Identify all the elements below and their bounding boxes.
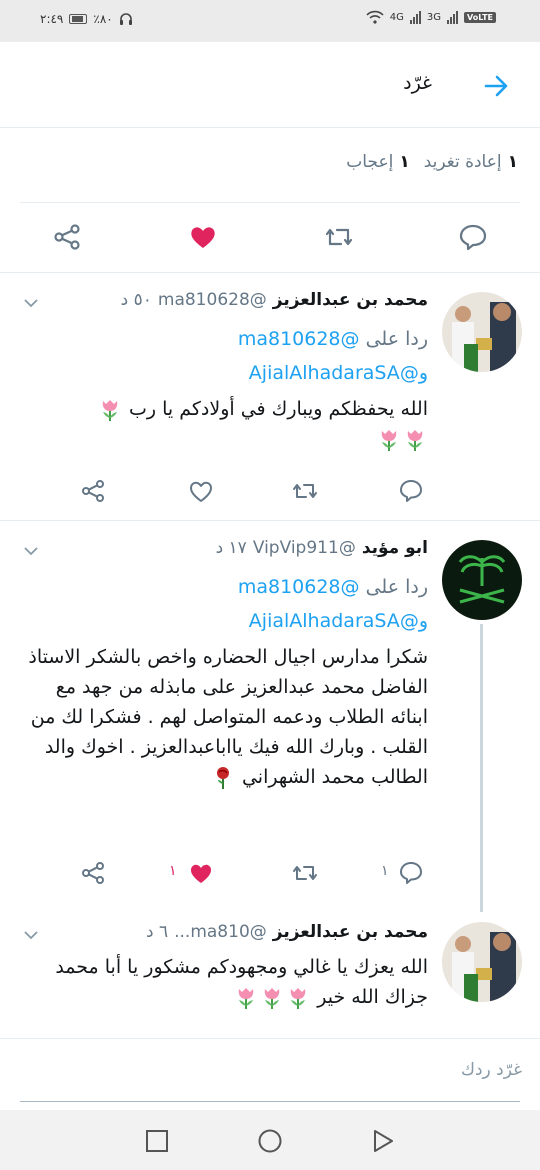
tweet-header: ابو مؤيد @VipVip911 ١٧ د — [216, 538, 428, 558]
like-filled-icon[interactable] — [188, 860, 214, 886]
tweet-time: ٥٠ د — [120, 290, 152, 310]
reply-input[interactable]: غرّد ردك — [461, 1060, 522, 1080]
author-name[interactable]: محمد بن عبدالعزيز — [273, 922, 428, 942]
likes-label: إعجاب — [346, 152, 394, 172]
rose-emoji-icon — [216, 766, 229, 789]
battery-icon — [69, 14, 88, 24]
tulip-emoji-icon — [290, 987, 306, 1009]
reply-icon[interactable] — [398, 478, 424, 504]
likes-count: ١ — [399, 152, 410, 172]
retweet-icon[interactable] — [292, 478, 318, 504]
retweet-icon[interactable] — [324, 222, 354, 252]
like-filled-icon[interactable] — [188, 222, 218, 252]
chevron-down-icon[interactable] — [22, 926, 40, 944]
chevron-down-icon[interactable] — [22, 294, 40, 312]
tulip-emoji-icon — [381, 429, 397, 451]
likes-stat[interactable]: ١إعجاب — [346, 152, 409, 172]
compose-divider — [0, 1038, 540, 1039]
chevron-down-icon[interactable] — [22, 542, 40, 560]
tweet-text: الله يحفظكم ويبارك في أولادكم يا رب — [18, 394, 428, 454]
share-icon[interactable] — [80, 860, 106, 886]
status-bar: ٢:٤٩ ٪٨٠ 4G 3G VoLTE — [0, 0, 540, 42]
tulip-emoji-icon — [407, 429, 423, 451]
main-actions — [0, 222, 540, 252]
back-arrow-icon[interactable] — [482, 72, 510, 100]
author-name[interactable]: محمد بن عبدالعزيز — [273, 290, 428, 310]
tweet-header: محمد بن عبدالعزيز @ma810... ٦ د — [146, 922, 428, 942]
wifi-icon — [366, 10, 384, 24]
reply-prefix: ردا على — [365, 328, 428, 350]
reply-mention-2[interactable]: و@AjialAlhadaraSA — [249, 606, 428, 636]
top-bar: غرّد — [0, 42, 540, 128]
signal-label-1: 4G — [389, 11, 404, 23]
stats-divider — [20, 202, 520, 203]
tweet-stats: ١إعادة تغريد ١إعجاب — [346, 152, 518, 172]
signal-bars-icon-2 — [447, 10, 459, 24]
share-icon[interactable] — [80, 478, 106, 504]
share-icon[interactable] — [52, 222, 82, 252]
page-title: غرّد — [403, 72, 432, 94]
like-icon[interactable] — [188, 478, 214, 504]
retweets-count: ١ — [507, 152, 518, 172]
reply-mention[interactable]: @ma810628 — [238, 328, 360, 350]
status-left: ٢:٤٩ ٪٨٠ — [40, 12, 133, 26]
author-handle[interactable]: @VipVip911 — [253, 538, 356, 558]
like-count: ١ — [169, 863, 177, 879]
reply-mention-2[interactable]: و@AjialAlhadaraSA — [249, 358, 428, 388]
retweets-label: إعادة تغريد — [423, 152, 502, 172]
home-icon[interactable] — [257, 1128, 283, 1154]
tweet-header: محمد بن عبدالعزيز @ma810628 ٥٠ د — [121, 290, 428, 310]
battery-level: ٪٨٠ — [93, 12, 113, 26]
tweet-text: شكرا مدارس اجيال الحضاره واخص بالشكر الا… — [18, 642, 428, 792]
author-handle[interactable]: @ma810... — [174, 922, 267, 942]
signal-bars-icon — [409, 10, 421, 24]
status-time: ٢:٤٩ — [40, 12, 64, 26]
reply-icon[interactable] — [398, 860, 424, 886]
reply-tweet[interactable]: ابو مؤيد @VipVip911 ١٧ د ردا على @ma8106… — [0, 520, 540, 912]
system-nav-bar — [0, 1110, 540, 1170]
signal-label-2: 3G — [426, 11, 442, 23]
tweet-text-content: الله يحفظكم ويبارك في أولادكم يا رب — [129, 398, 428, 420]
reply-icon[interactable] — [458, 222, 488, 252]
author-name[interactable]: ابو مؤيد — [362, 538, 428, 558]
tweet-actions: ١ ١ — [0, 860, 540, 886]
headphones-icon — [119, 13, 132, 25]
replying-to: ردا على @ma810628 — [238, 572, 428, 602]
tweet-time: ٦ د — [145, 922, 169, 942]
author-handle[interactable]: @ma810628 — [158, 290, 267, 310]
reply-prefix: ردا على — [365, 576, 428, 598]
tulip-emoji-icon — [102, 399, 118, 421]
recent-apps-icon[interactable] — [144, 1128, 170, 1154]
tweet-actions — [0, 478, 540, 504]
back-icon[interactable] — [370, 1128, 396, 1154]
avatar[interactable] — [442, 922, 522, 1002]
retweet-icon[interactable] — [292, 860, 318, 886]
status-right: 4G 3G VoLTE — [366, 10, 496, 24]
volte-badge: VoLTE — [464, 11, 496, 23]
reply-input-underline — [20, 1101, 520, 1102]
avatar[interactable] — [442, 540, 522, 620]
reply-count: ١ — [381, 863, 389, 879]
reply-mention[interactable]: @ma810628 — [238, 576, 360, 598]
replying-to: ردا على @ma810628 — [238, 324, 428, 354]
tweet-time: ١٧ د — [215, 538, 247, 558]
reply-tweet[interactable]: محمد بن عبدالعزيز @ma810... ٦ د الله يعز… — [0, 900, 540, 1036]
tulip-emoji-icon — [238, 987, 254, 1009]
retweets-stat[interactable]: ١إعادة تغريد — [424, 152, 518, 172]
tweet-text: الله يعزك يا غالي ومجهودكم مشكور يا أبا … — [18, 952, 428, 1012]
header-divider — [0, 127, 540, 128]
tulip-emoji-icon — [264, 987, 280, 1009]
avatar[interactable] — [442, 292, 522, 372]
reply-tweet[interactable]: محمد بن عبدالعزيز @ma810628 ٥٠ د ردا على… — [0, 272, 540, 520]
